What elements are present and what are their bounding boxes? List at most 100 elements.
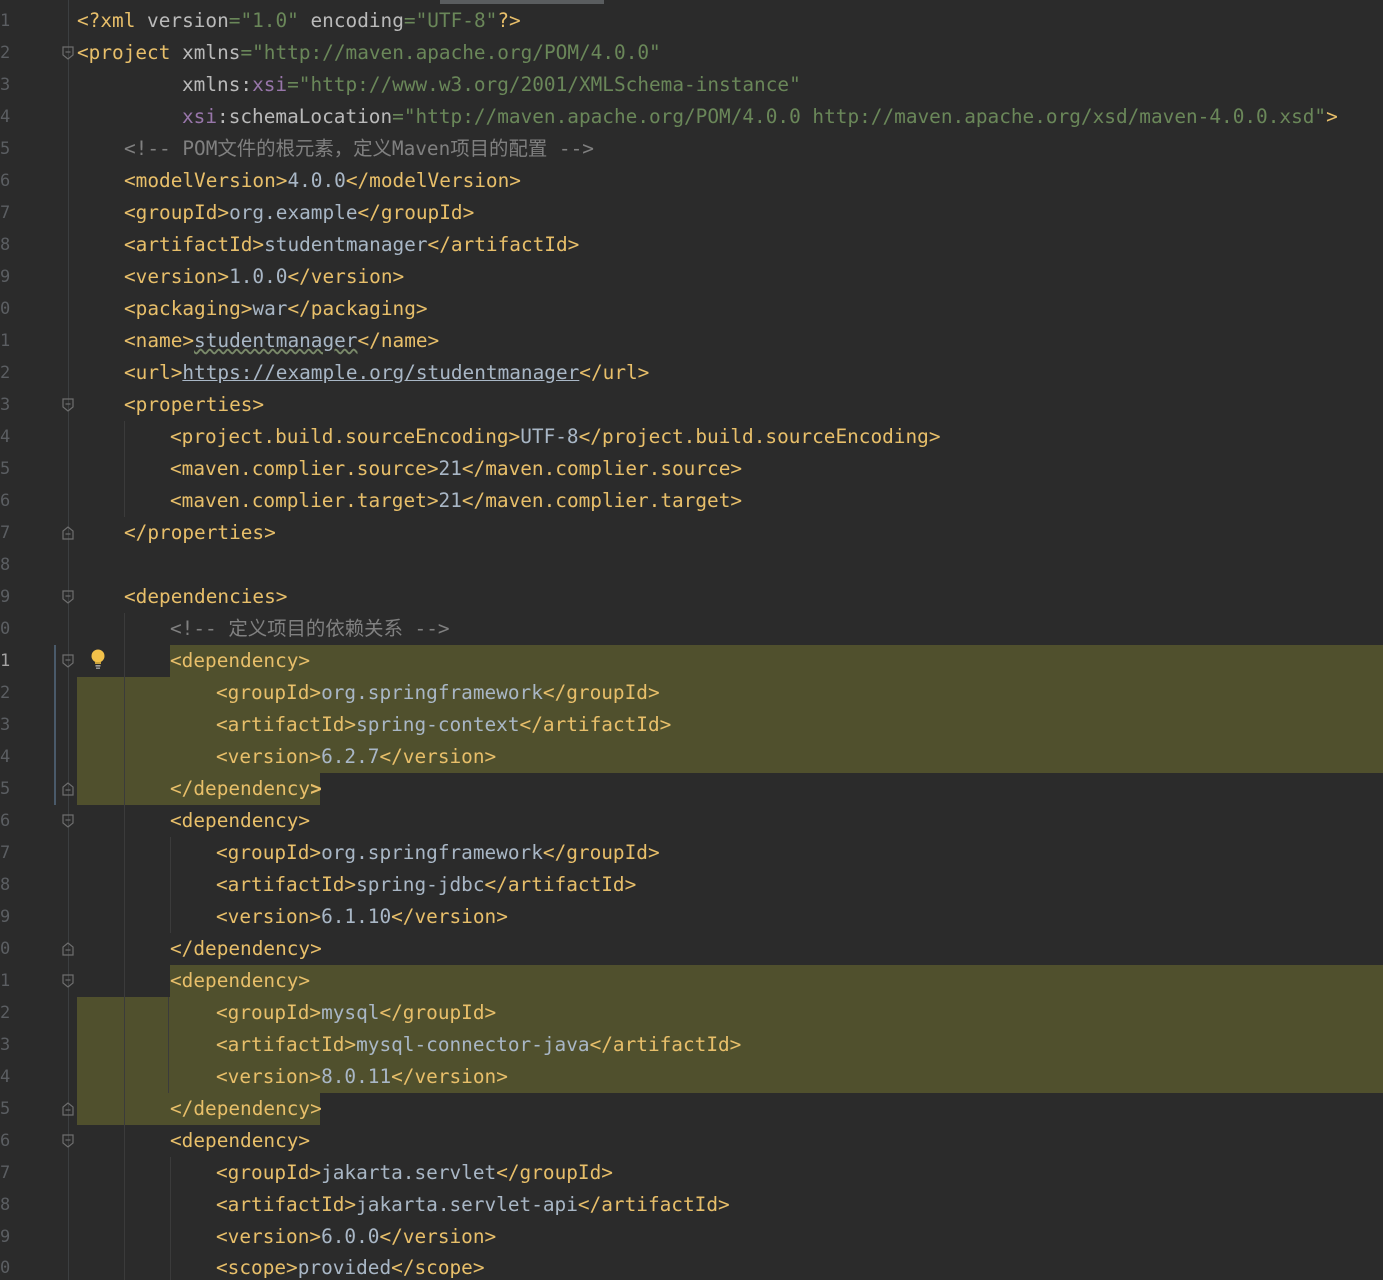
code-line[interactable]: 8 <artifactId>spring-jdbc</artifactId> [0,869,1383,901]
code-line[interactable]: 7 <groupId>org.example</groupId> [0,197,1383,229]
code-line[interactable]: 6 <maven.complier.target>21</maven.compl… [0,485,1383,517]
fold-marker-icon[interactable] [62,1102,74,1116]
code-text[interactable]: <version>6.2.7</version> [216,741,496,773]
code-text[interactable]: <artifactId>spring-jdbc</artifactId> [216,869,636,901]
fold-marker-icon[interactable] [62,974,74,988]
change-marker[interactable] [54,773,56,805]
code-text[interactable]: <scope>provided</scope> [216,1252,485,1280]
code-line[interactable]: 9 <version>6.0.0</version> [0,1221,1383,1253]
code-text[interactable]: <groupId>org.example</groupId> [124,197,474,229]
code-line[interactable]: 4 <version>6.2.7</version> [0,741,1383,773]
code-text[interactable]: <?xml version="1.0" encoding="UTF-8"?> [77,5,521,37]
code-line[interactable]: 6 <dependency> [0,805,1383,837]
fold-marker-icon[interactable] [62,814,74,828]
code-line[interactable]: 0 </dependency> [0,933,1383,965]
code-line[interactable]: 4 xsi:schemaLocation="http://maven.apach… [0,101,1383,133]
code-text[interactable]: </dependency> [170,773,322,805]
change-marker[interactable] [54,709,56,741]
code-text[interactable]: <artifactId>studentmanager</artifactId> [124,229,579,261]
code-line[interactable]: 4 <project.build.sourceEncoding>UTF-8</p… [0,421,1383,453]
change-marker[interactable] [54,645,56,677]
tag[interactable]: <properties> [124,389,264,421]
code-line[interactable]: 1 <dependency> [0,965,1383,997]
code-line[interactable]: 2 <project xmlns="http://maven.apache.or… [0,37,1383,69]
fold-marker-icon[interactable] [62,398,74,412]
code-line[interactable]: 8 [0,549,1383,581]
code-line[interactable]: 5 </dependency> [0,773,1383,805]
tag[interactable]: </dependency> [170,933,322,965]
code-text[interactable]: <artifactId>mysql-connector-java</artifa… [216,1029,741,1061]
intention-bulb-icon[interactable] [90,648,106,670]
fold-marker-icon[interactable] [62,1134,74,1148]
tag[interactable]: </dependency> [170,1093,322,1125]
fold-marker-icon[interactable] [62,590,74,604]
horizontal-scrollbar-thumb[interactable] [440,0,604,4]
code-line[interactable]: 5 <!-- POM文件的根元素，定义Maven项目的配置 --> [0,133,1383,165]
url-link[interactable]: https://example.org/studentmanager [182,361,579,384]
code-text[interactable]: <artifactId>spring-context</artifactId> [216,709,671,741]
code-line[interactable]: 3 <artifactId>mysql-connector-java</arti… [0,1029,1383,1061]
code-line[interactable]: 3 <artifactId>spring-context</artifactId… [0,709,1383,741]
code-text[interactable]: <groupId>org.springframework</groupId> [216,837,660,869]
code-line[interactable]: 0 <packaging>war</packaging> [0,293,1383,325]
code-text[interactable]: <modelVersion>4.0.0</modelVersion> [124,165,521,197]
code-text[interactable]: <url>https://example.org/studentmanager<… [124,357,649,389]
code-line[interactable]: 7 <groupId>org.springframework</groupId> [0,837,1383,869]
code-text[interactable]: <dependency> [170,645,310,677]
code-line[interactable]: 2 <groupId>org.springframework</groupId> [0,677,1383,709]
change-marker[interactable] [54,741,56,773]
code-line[interactable]: 8 <artifactId>jakarta.servlet-api</artif… [0,1189,1383,1221]
code-line[interactable]: 0 <scope>provided</scope> [0,1252,1383,1280]
tag[interactable]: </properties> [124,517,276,549]
code-line[interactable]: 8 <artifactId>studentmanager</artifactId… [0,229,1383,261]
code-text[interactable]: <groupId>org.springframework</groupId> [216,677,660,709]
fold-marker-icon[interactable] [62,654,74,668]
code-text[interactable]: <maven.complier.target>21</maven.complie… [170,485,742,517]
comment[interactable]: <!-- POM文件的根元素，定义Maven项目的配置 --> [124,133,594,165]
code-line[interactable]: 5 </dependency> [0,1093,1383,1125]
code-text[interactable]: <version>6.1.10</version> [216,901,508,933]
code-line[interactable]: 7 </properties> [0,517,1383,549]
code-line[interactable]: 6 <dependency> [0,1125,1383,1157]
code-editor[interactable]: 1 <?xml version="1.0" encoding="UTF-8"?>… [0,0,1383,1280]
code-text[interactable]: <packaging>war</packaging> [124,293,428,325]
code-line[interactable]: 5 <maven.complier.source>21</maven.compl… [0,453,1383,485]
code-text[interactable]: <project.build.sourceEncoding>UTF-8</pro… [170,421,941,453]
code-text[interactable]: <maven.complier.source>21</maven.complie… [170,453,742,485]
tag[interactable]: <dependencies> [124,581,287,613]
fold-marker-icon[interactable] [62,46,74,60]
code-line[interactable]: 2 <url>https://example.org/studentmanage… [0,357,1383,389]
tag[interactable]: <dependency> [170,1125,310,1157]
code-line[interactable]: 9 <version>6.1.10</version> [0,901,1383,933]
code-text[interactable]: <version>8.0.11</version> [216,1061,508,1093]
code-text[interactable]: <version>6.0.0</version> [216,1221,496,1253]
code-line[interactable]: 6 <modelVersion>4.0.0</modelVersion> [0,165,1383,197]
fold-marker-icon[interactable] [62,942,74,956]
code-text[interactable]: xmlns:xsi="http://www.w3.org/2001/XMLSch… [182,69,801,101]
code-text[interactable]: <groupId>jakarta.servlet</groupId> [216,1157,613,1189]
code-line-current[interactable]: 1 <dependency> [0,645,1383,677]
code-line[interactable]: 3 <properties> [0,389,1383,421]
code-text[interactable]: <name>studentmanager</name> [124,325,439,357]
code-line[interactable]: 7 <groupId>jakarta.servlet</groupId> [0,1157,1383,1189]
code-text[interactable]: <groupId>mysql</groupId> [216,997,496,1029]
fold-marker-icon[interactable] [62,782,74,796]
code-line[interactable]: 2 <groupId>mysql</groupId> [0,997,1383,1029]
code-text[interactable]: <project xmlns="http://maven.apache.org/… [77,37,661,69]
code-line[interactable]: 0 <!-- 定义项目的依赖关系 --> [0,613,1383,645]
code-line[interactable]: 1 <name>studentmanager</name> [0,325,1383,357]
code-line[interactable]: 9 <dependencies> [0,581,1383,613]
code-text[interactable]: <version>1.0.0</version> [124,261,404,293]
tag[interactable]: <dependency> [170,805,310,837]
code-line[interactable]: 3 xmlns:xsi="http://www.w3.org/2001/XMLS… [0,69,1383,101]
change-marker[interactable] [54,677,56,709]
code-line[interactable]: 9 <version>1.0.0</version> [0,261,1383,293]
code-line[interactable]: 1 <?xml version="1.0" encoding="UTF-8"?> [0,5,1383,37]
comment[interactable]: <!-- 定义项目的依赖关系 --> [170,613,450,645]
code-text[interactable]: xsi:schemaLocation="http://maven.apache.… [182,101,1338,133]
namespace: xsi [182,105,218,128]
code-line[interactable]: 4 <version>8.0.11</version> [0,1061,1383,1093]
tag[interactable]: <dependency> [170,965,310,997]
code-text[interactable]: <artifactId>jakarta.servlet-api</artifac… [216,1189,730,1221]
fold-marker-icon[interactable] [62,526,74,540]
